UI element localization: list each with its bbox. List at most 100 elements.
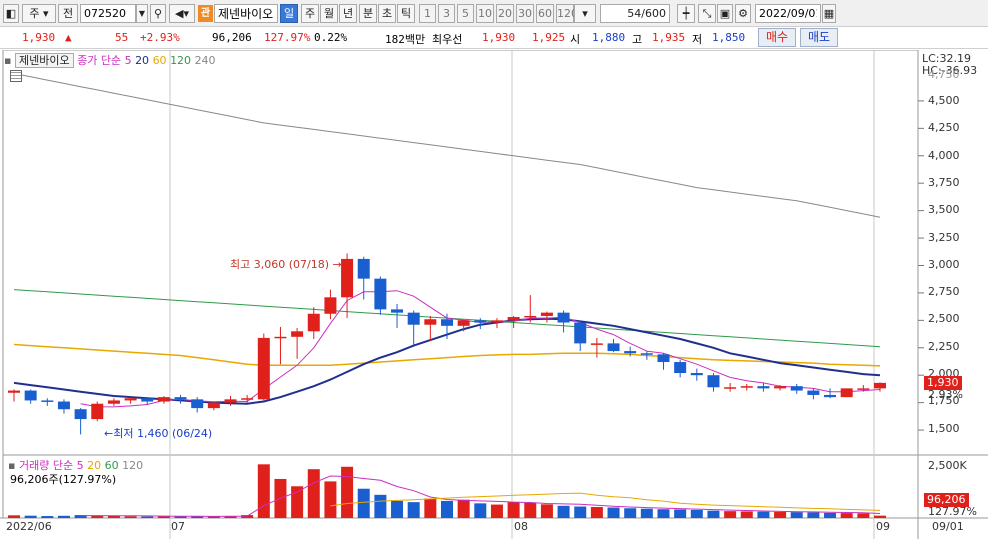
interval-3[interactable]: 10 <box>476 4 494 23</box>
volume-bar <box>490 504 503 518</box>
high-price: 1,935 <box>652 31 686 44</box>
settings-icon[interactable]: ⚙ <box>735 4 751 23</box>
candle-body <box>490 320 503 323</box>
volume-bar <box>357 488 370 518</box>
period-0[interactable]: 일 <box>280 4 298 23</box>
period-2[interactable]: 월 <box>320 4 338 23</box>
candle-body <box>690 373 703 376</box>
volume-ratio: 127.97% <box>264 31 311 44</box>
candle-body <box>141 398 154 402</box>
data-count[interactable]: 54/600 <box>600 4 670 23</box>
volume-bar <box>624 508 637 518</box>
candle-type-icon[interactable]: ┿ <box>677 4 695 23</box>
candle-body <box>590 343 603 345</box>
volume-bar <box>124 516 137 518</box>
legend-ma-title: 종가 단순 <box>77 54 122 67</box>
stock-chart[interactable]: ▪ 제넨바이오 종가 단순 5 20 60 120 240 ▪ 거래량 단순 5… <box>0 49 988 539</box>
volume-bar <box>757 511 770 518</box>
ma5-line <box>80 290 881 408</box>
interval-5[interactable]: 30 <box>516 4 534 23</box>
best-bid: 1,925 <box>532 31 566 44</box>
candle-body <box>840 388 853 398</box>
interval-7[interactable]: 120 <box>556 4 578 23</box>
legend-marker-icon: ▪ <box>4 54 12 67</box>
candle-body <box>207 402 220 409</box>
count-total: /600 <box>641 7 666 20</box>
volume-bar <box>457 499 470 518</box>
period-5[interactable]: 초 <box>378 4 396 23</box>
x-label-sep: 09 <box>876 520 890 533</box>
volume-bar <box>574 506 587 518</box>
interval-4[interactable]: 20 <box>496 4 514 23</box>
trade-amount: 182백만 <box>385 33 426 46</box>
volume: 96,206 <box>212 31 252 44</box>
price-tick-top: 4,750 <box>928 68 960 81</box>
low-annotation-text: 최저 1,460 (06/24) <box>113 427 213 440</box>
volume-bar <box>857 513 870 518</box>
candle-body <box>574 322 587 344</box>
volume-bar <box>324 481 337 518</box>
volume-bar <box>24 515 37 518</box>
period-3[interactable]: 년 <box>339 4 357 23</box>
candle-body <box>74 409 87 420</box>
chart-layout-icon[interactable]: ◧ <box>3 4 19 23</box>
candle-body <box>174 397 187 400</box>
chart-canvas[interactable] <box>0 49 988 539</box>
candle-body <box>457 320 470 326</box>
draw-tool-icon[interactable]: ⤡ <box>698 4 716 23</box>
candle-body <box>91 403 104 420</box>
volume-bar <box>607 507 620 518</box>
interval-0[interactable]: 1 <box>419 4 436 23</box>
interval-1[interactable]: 3 <box>438 4 455 23</box>
volume-bar <box>507 502 520 518</box>
period-4[interactable]: 분 <box>359 4 377 23</box>
legend-ma20: 20 <box>135 54 150 67</box>
candle-body <box>341 258 354 298</box>
buy-button[interactable]: 매수 <box>758 28 796 47</box>
candle-body <box>640 353 653 355</box>
sell-button[interactable]: 매도 <box>800 28 838 47</box>
candle-body <box>24 390 37 401</box>
speaker-icon[interactable]: ◀▾ <box>169 4 195 23</box>
open-price: 1,880 <box>592 31 626 44</box>
low-label: 저 <box>692 33 703 46</box>
price-tick: 4,000 <box>928 148 960 162</box>
candle-body <box>557 312 570 323</box>
candle-body <box>224 399 237 403</box>
type-button[interactable]: 전 <box>58 4 78 23</box>
candle-body <box>41 400 54 402</box>
candle-body <box>191 399 204 409</box>
price-tick: 4,500 <box>928 94 960 107</box>
save-icon[interactable]: ▣ <box>717 4 733 23</box>
candle-body <box>607 343 620 352</box>
candle-body <box>407 312 420 325</box>
grid-toggle-icon[interactable] <box>10 70 22 82</box>
current-price: 1,930 <box>22 31 56 44</box>
interval-dropdown[interactable]: ▾ <box>574 4 596 23</box>
code-dropdown-icon[interactable]: ▼ <box>136 4 148 23</box>
calendar-icon[interactable]: ▦ <box>822 4 836 23</box>
toolbar: ◧ 주 ▾ 전 ▼ ⚲ ◀▾ 관 제넨바이오 일주월년분초틱 135102030… <box>0 0 988 27</box>
candle-body <box>8 390 20 393</box>
stock-code-input[interactable] <box>80 4 136 23</box>
market-select[interactable]: 주 ▾ <box>22 4 56 23</box>
volume-bar <box>141 516 154 518</box>
date-input[interactable] <box>755 4 821 23</box>
candle-body <box>274 336 287 339</box>
x-label-right: 09/01 <box>932 520 964 533</box>
price-legend: ▪ 제넨바이오 종가 단순 5 20 60 120 240 <box>4 52 216 68</box>
candle-body <box>774 386 787 389</box>
period-6[interactable]: 틱 <box>397 4 415 23</box>
interval-6[interactable]: 60 <box>536 4 554 23</box>
price-tick: 3,500 <box>928 203 960 217</box>
candle-body <box>507 317 520 321</box>
search-icon[interactable]: ⚲ <box>150 4 166 23</box>
candle-body <box>157 397 170 402</box>
candle-body <box>657 354 670 363</box>
volume-bar <box>107 515 120 518</box>
price-tick: 2,250 <box>928 339 960 353</box>
candle-body <box>674 362 687 374</box>
period-1[interactable]: 주 <box>301 4 319 23</box>
price-tick: 1,500 <box>928 421 960 435</box>
interval-2[interactable]: 5 <box>457 4 474 23</box>
